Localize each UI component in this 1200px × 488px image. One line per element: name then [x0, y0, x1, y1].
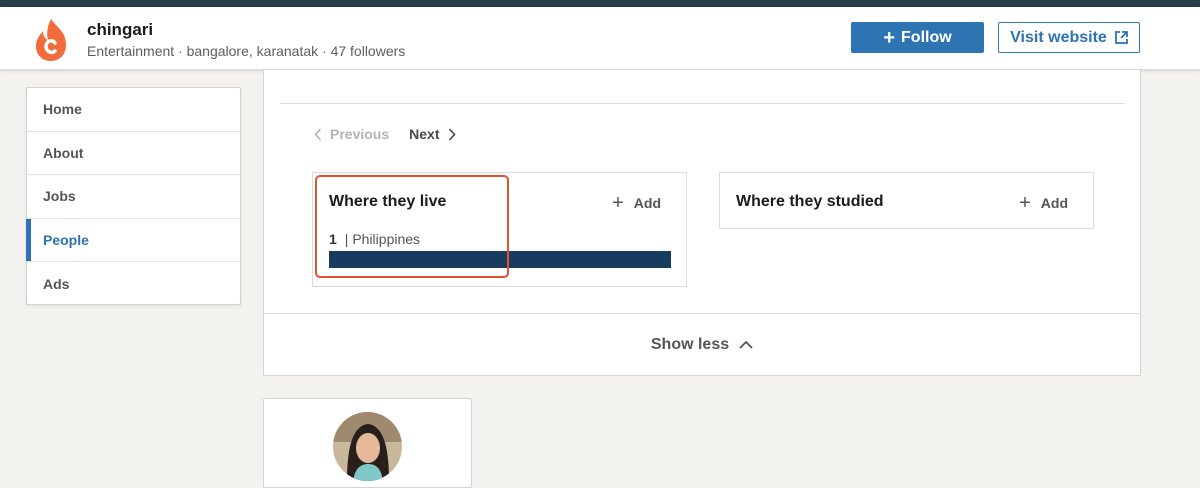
- sidebar-item-about[interactable]: About: [27, 132, 240, 175]
- where-they-live-title: Where they live: [329, 193, 447, 210]
- plus-icon: +: [883, 26, 896, 49]
- next-label: Next: [409, 126, 440, 142]
- company-meta: Entertainment · bangalore, karanatak · 4…: [87, 43, 406, 59]
- add-label: Add: [633, 195, 661, 211]
- sidebar-item-label: Jobs: [43, 188, 76, 205]
- location-name: | Philippines: [344, 231, 421, 247]
- add-location-button[interactable]: + Add: [612, 193, 661, 213]
- people-insights-card: Previous Next Where they live + Add 1 | …: [263, 70, 1141, 376]
- sidebar-item-label: Home: [43, 101, 82, 118]
- plus-icon: +: [1019, 192, 1031, 214]
- location-row[interactable]: 1 | Philippines: [329, 231, 420, 247]
- follow-button[interactable]: + Follow: [851, 22, 984, 53]
- plus-icon: +: [612, 192, 624, 214]
- divider: [280, 103, 1125, 104]
- external-link-icon: [1114, 31, 1128, 44]
- add-label: Add: [1040, 195, 1068, 211]
- location-bar-fill: [329, 251, 671, 268]
- sidebar-item-people[interactable]: People: [26, 218, 240, 262]
- next-button[interactable]: Next: [409, 126, 456, 142]
- sidebar-item-home[interactable]: Home: [27, 88, 240, 132]
- add-school-button[interactable]: + Add: [1019, 193, 1068, 213]
- company-name[interactable]: chingari: [87, 20, 153, 40]
- follow-label: Follow: [901, 28, 952, 46]
- sidebar-item-label: Ads: [43, 275, 70, 292]
- chevron-left-icon: [314, 127, 322, 141]
- company-header: chingari Entertainment · bangalore, kara…: [0, 7, 1200, 70]
- employee-card[interactable]: [263, 398, 472, 488]
- chingari-logo-icon: [36, 19, 66, 61]
- previous-label: Previous: [330, 126, 390, 142]
- chevron-up-icon: [739, 340, 753, 349]
- sidebar-item-label: About: [43, 144, 84, 161]
- where-they-studied-card: Where they studied + Add: [719, 172, 1094, 229]
- where-they-live-card: Where they live + Add 1 | Philippines: [312, 172, 687, 287]
- visit-website-label: Visit website: [1010, 28, 1107, 46]
- visit-website-button[interactable]: Visit website: [998, 22, 1140, 53]
- show-less-button[interactable]: Show less: [264, 314, 1140, 375]
- where-they-studied-title: Where they studied: [736, 193, 884, 210]
- sidebar-item-ads[interactable]: Ads: [27, 262, 240, 306]
- chevron-right-icon: [448, 127, 456, 141]
- sidebar-item-label: People: [43, 231, 89, 248]
- sidebar-nav: Home About Jobs People Ads: [26, 87, 241, 305]
- show-less-label: Show less: [650, 335, 730, 353]
- previous-button[interactable]: Previous: [314, 126, 389, 142]
- insights-pager: Previous Next: [314, 126, 456, 142]
- location-count: 1: [329, 231, 337, 247]
- top-nav-strip: [0, 0, 1200, 7]
- sidebar-item-jobs[interactable]: Jobs: [27, 175, 240, 219]
- avatar[interactable]: [333, 412, 402, 481]
- location-bar[interactable]: [329, 251, 671, 268]
